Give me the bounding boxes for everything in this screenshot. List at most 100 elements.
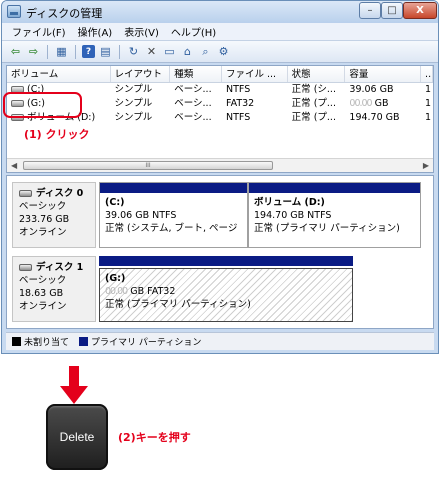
step2-annotation: (2)キーを押す <box>118 431 191 444</box>
disk-management-icon <box>7 5 21 18</box>
help-icon[interactable]: ? <box>82 45 95 58</box>
forward-arrow-icon[interactable]: ⇨ <box>26 44 41 59</box>
volume-capacity: 39.06 GB <box>349 84 394 95</box>
scroll-left-icon[interactable]: ◀ <box>11 161 17 170</box>
partition-name: ボリューム (D:) <box>254 197 325 208</box>
partition-status: 正常 (プライマリ パーティション) <box>254 223 400 234</box>
toolbar-separator <box>47 44 48 59</box>
legend-label: 未割り当て <box>24 338 70 348</box>
partition-name: (C:) <box>105 197 125 208</box>
refresh-icon[interactable]: ↻ <box>126 44 141 59</box>
disk-graphical-view: ディスク 0 ベーシック 233.76 GB オンライン (C:) 39.06 … <box>6 175 434 329</box>
title-bar: ディスクの管理 – □ X <box>2 1 438 23</box>
partition-size: 194.70 GB NTFS <box>254 210 332 221</box>
partition-status: 正常 (システム, ブート, ページ <box>105 223 238 234</box>
legend-swatch <box>79 337 89 346</box>
back-arrow-icon[interactable]: ⇦ <box>8 44 23 59</box>
volume-layout: シンプル <box>114 112 153 123</box>
horizontal-scrollbar[interactable]: ◀ III ▶ <box>7 158 433 172</box>
volume-status: 正常 (プ... <box>291 98 336 109</box>
volume-type: ベーシ... <box>174 112 212 123</box>
search-icon[interactable]: ⌕ <box>198 44 213 59</box>
scrollbar-thumb[interactable]: III <box>23 161 273 170</box>
column-status[interactable]: 状態 <box>288 66 346 82</box>
volume-filesystem: NTFS <box>225 112 251 123</box>
down-arrow-icon <box>60 366 88 404</box>
partition-g[interactable]: (G:) 00.00 GB FAT32 正常 (プライマリ パーティション) <box>99 256 353 322</box>
disk-kind: ベーシック <box>19 201 67 212</box>
menu-action[interactable]: 操作(A) <box>78 24 113 39</box>
settings-icon[interactable]: ⚙ <box>216 44 231 59</box>
disk-kind: ベーシック <box>19 275 67 286</box>
step1-annotation: (1) クリック <box>24 128 90 141</box>
console-icon[interactable]: ▦ <box>54 44 69 59</box>
disk-management-window: ディスクの管理 – □ X ファイル(F) 操作(A) 表示(V) ヘルプ(H)… <box>1 0 439 354</box>
g-drive-highlight <box>3 92 82 118</box>
volume-type: ベーシ... <box>174 84 212 95</box>
maximize-button[interactable]: □ <box>381 2 403 19</box>
partition-size: 39.06 GB NTFS <box>105 210 177 221</box>
delete-key-label: Delete <box>59 430 95 444</box>
menu-view[interactable]: 表示(V) <box>124 24 159 39</box>
window-title: ディスクの管理 <box>26 7 103 20</box>
legend-label: プライマリ パーティション <box>91 338 202 348</box>
volume-status: 正常 (シ... <box>291 84 336 95</box>
column-filesystem[interactable]: ファイル ... <box>222 66 288 82</box>
open-folder-icon[interactable]: ⌂ <box>180 44 195 59</box>
column-volume[interactable]: ボリューム <box>7 66 111 82</box>
volume-capacity-blurred: 00.00 <box>349 98 372 109</box>
menu-file[interactable]: ファイル(F) <box>12 24 66 39</box>
disk-state: オンライン <box>19 301 67 312</box>
volume-extra: 1 <box>425 98 432 109</box>
menu-help[interactable]: ヘルプ(H) <box>171 24 216 39</box>
partition-bar <box>249 183 420 193</box>
disk-1-label[interactable]: ディスク 1 ベーシック 18.63 GB オンライン <box>12 256 96 322</box>
legend-swatch <box>12 337 21 346</box>
partition-bar <box>99 256 353 266</box>
partition-g-selected[interactable]: (G:) 00.00 GB FAT32 正常 (プライマリ パーティション) <box>99 268 353 322</box>
partition-status: 正常 (プライマリ パーティション) <box>105 299 251 310</box>
column-layout[interactable]: レイアウト <box>111 66 171 82</box>
toolbar-separator <box>119 44 120 59</box>
volume-layout: シンプル <box>114 98 153 109</box>
folder-icon[interactable]: ▭ <box>162 44 177 59</box>
properties-icon[interactable]: ▤ <box>98 44 113 59</box>
partition-d[interactable]: ボリューム (D:) 194.70 GB NTFS 正常 (プライマリ パーティ… <box>248 182 421 248</box>
volume-capacity: 194.70 GB <box>349 112 400 123</box>
volume-type: ベーシ... <box>174 98 212 109</box>
legend-unallocated: 未割り当て <box>12 335 69 348</box>
volume-layout: シンプル <box>114 84 153 95</box>
close-button[interactable]: X <box>403 2 437 19</box>
legend-primary: プライマリ パーティション <box>79 335 201 348</box>
scroll-right-icon[interactable]: ▶ <box>423 161 429 170</box>
volume-list-header: ボリューム レイアウト 種類 ファイル ... 状態 容量 ... <box>7 66 434 83</box>
partition-size: GB FAT32 <box>130 286 176 297</box>
delete-icon[interactable]: ✕ <box>144 44 159 59</box>
delete-key: Delete <box>46 404 108 470</box>
legend: 未割り当て プライマリ パーティション <box>6 332 434 350</box>
disk-icon <box>19 190 32 197</box>
column-type[interactable]: 種類 <box>170 66 222 82</box>
volume-list: ボリューム レイアウト 種類 ファイル ... 状態 容量 ... (C:) シ… <box>6 65 434 173</box>
partition-c[interactable]: (C:) 39.06 GB NTFS 正常 (システム, ブート, ページ <box>99 182 248 248</box>
toolbar: ⇦ ⇨ ▦ ? ▤ ↻ ✕ ▭ ⌂ ⌕ ⚙ <box>2 41 438 63</box>
partition-name: (G:) <box>105 273 126 284</box>
partition-size-blurred: 00.00 <box>105 286 128 297</box>
disk-name: ディスク 0 <box>36 188 84 199</box>
disk-name: ディスク 1 <box>36 262 84 273</box>
disk-state: オンライン <box>19 227 67 238</box>
minimize-button[interactable]: – <box>359 2 381 19</box>
volume-extra: 1 <box>425 112 432 123</box>
toolbar-separator <box>75 44 76 59</box>
disk-size: 233.76 GB <box>19 214 70 225</box>
volume-capacity-unit: GB <box>374 98 389 109</box>
menu-bar: ファイル(F) 操作(A) 表示(V) ヘルプ(H) <box>2 23 438 41</box>
volume-filesystem: FAT32 <box>225 98 255 109</box>
disk-size: 18.63 GB <box>19 288 64 299</box>
volume-status: 正常 (プ... <box>291 112 336 123</box>
disk-0-label[interactable]: ディスク 0 ベーシック 233.76 GB オンライン <box>12 182 96 248</box>
volume-filesystem: NTFS <box>225 84 251 95</box>
partition-bar <box>100 183 247 193</box>
column-capacity[interactable]: 容量 <box>345 66 422 82</box>
column-more[interactable]: ... <box>421 66 434 82</box>
